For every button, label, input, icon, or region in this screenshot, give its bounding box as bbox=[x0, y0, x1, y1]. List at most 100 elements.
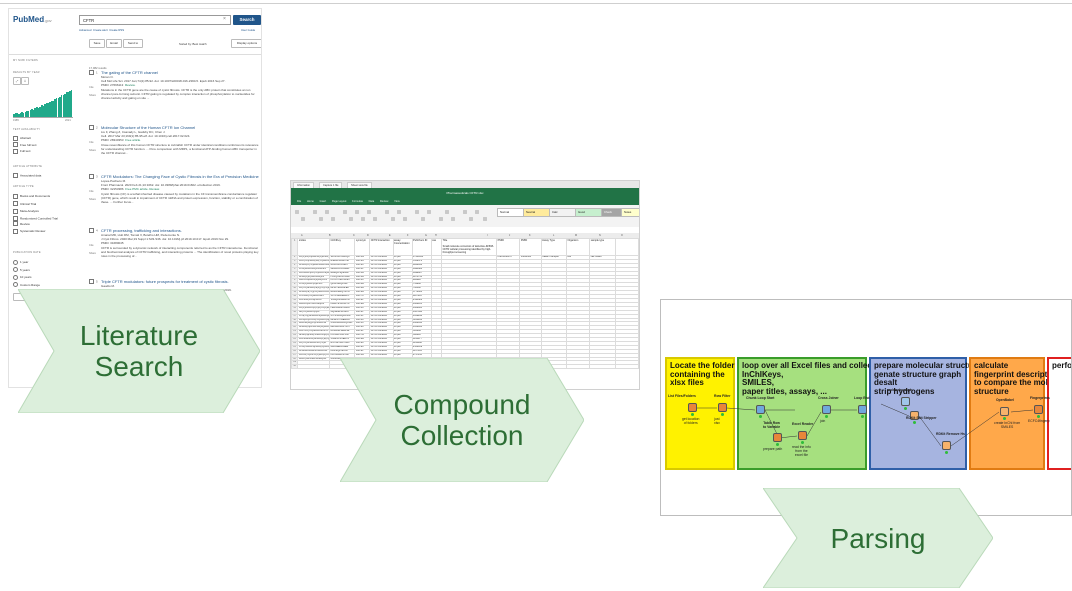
style-normal[interactable]: Normal bbox=[497, 208, 525, 217]
column-letter[interactable]: D bbox=[367, 234, 369, 237]
cite-button[interactable]: Cite bbox=[89, 86, 94, 89]
data-cell[interactable]: CCN(CC)CCOC(=O)c1ccc(N)cc1 bbox=[297, 317, 331, 323]
ribbon-tool-icon[interactable] bbox=[483, 217, 487, 221]
date-filters[interactable]: 1 year 5 years 10 years Custom Range bbox=[13, 259, 40, 289]
type-filters[interactable]: Books and Documents Clinical Trial Meta-… bbox=[13, 193, 63, 236]
header-cell[interactable]: PMID bbox=[519, 238, 542, 256]
result-checkbox[interactable]: 2 bbox=[89, 125, 98, 130]
year-bar[interactable] bbox=[70, 90, 73, 117]
data-cell[interactable]: CC1=CC(=O)c2ccccc2C1=O bbox=[297, 329, 331, 335]
ribbon-tool-icon[interactable] bbox=[391, 217, 395, 221]
filter-10-years[interactable]: 10 years bbox=[13, 274, 40, 282]
ribbon-tool-icon[interactable] bbox=[415, 210, 419, 214]
header-cell[interactable]: cas bbox=[430, 238, 443, 256]
menu-formulas[interactable]: Formulas bbox=[352, 200, 363, 203]
filter-associated-data[interactable]: Associated data bbox=[13, 173, 41, 178]
close-icon[interactable]: × bbox=[223, 16, 226, 22]
share-button[interactable]: Share bbox=[89, 94, 96, 97]
header-cell[interactable]: smiles bbox=[297, 238, 331, 256]
header-cell[interactable]: assay Concentration bbox=[392, 238, 413, 256]
text-filters[interactable]: Abstract Free full text Full text bbox=[13, 135, 37, 155]
filter-systematic-review[interactable]: Systematic Review bbox=[13, 228, 63, 236]
filter-abstract[interactable]: Abstract bbox=[13, 135, 37, 142]
share-button[interactable]: Share bbox=[89, 198, 96, 201]
data-cell[interactable]: CC(C)C1(O)Nc2ccc(O)cc2C(=O)N1 bbox=[297, 255, 331, 260]
workflow-node[interactable] bbox=[858, 405, 867, 414]
save-button[interactable]: Save bbox=[89, 39, 105, 48]
cite-button[interactable]: Cite bbox=[89, 190, 94, 193]
ribbon-tool-icon[interactable] bbox=[463, 210, 467, 214]
workflow-node[interactable] bbox=[1034, 405, 1043, 414]
ribbon-tool-icon[interactable] bbox=[475, 210, 479, 214]
menu-view[interactable]: View bbox=[394, 200, 400, 203]
data-cell[interactable]: Cc1ccc(S(=O)(=O)N2CCOCC2)cc1 bbox=[297, 290, 331, 296]
ribbon-tool-icon[interactable] bbox=[373, 217, 377, 221]
column-letter[interactable]: J bbox=[509, 234, 510, 237]
style-good[interactable]: Good bbox=[575, 208, 603, 217]
ribbon-tool-icon[interactable] bbox=[385, 210, 389, 214]
ribbon-tool-icon[interactable] bbox=[469, 217, 473, 221]
header-cell[interactable]: Assay Type bbox=[540, 238, 567, 256]
ribbon-tool-icon[interactable] bbox=[355, 210, 359, 214]
ribbon-tool-icon[interactable] bbox=[367, 210, 371, 214]
column-letter[interactable]: K bbox=[529, 234, 531, 237]
data-cell[interactable]: Oc1ccc(Cl)cc1Cc1cc(Cl)ccc1O bbox=[297, 325, 331, 331]
column-letter[interactable]: N bbox=[599, 234, 601, 237]
workflow-node[interactable] bbox=[718, 403, 727, 412]
data-cell[interactable]: CC(C)Cc1ccc(C(C)C(=O)O)cc1 bbox=[297, 305, 331, 311]
ribbon-tool-icon[interactable] bbox=[421, 217, 425, 221]
ribbon-tool-icon[interactable] bbox=[349, 217, 353, 221]
data-cell[interactable]: c1ccc2c(c1)[nH]c1ccccc12 bbox=[297, 321, 331, 327]
column-letter[interactable]: A bbox=[301, 234, 303, 237]
share-button[interactable]: Share bbox=[89, 252, 96, 255]
column-letter[interactable]: M bbox=[575, 234, 577, 237]
download-icon[interactable]: ⇩ bbox=[21, 77, 29, 85]
ribbon-tool-icon[interactable] bbox=[451, 217, 455, 221]
ribbon-tool-icon[interactable] bbox=[403, 217, 407, 221]
data-cell[interactable]: c1ccc(-c2nc3ccccc3o2)cc1 bbox=[297, 356, 331, 362]
style-calc[interactable]: Calc bbox=[549, 208, 577, 217]
header-cell[interactable]: CFTR interaction bbox=[369, 238, 394, 256]
filter-books[interactable]: Books and Documents bbox=[13, 193, 63, 201]
data-cell[interactable]: COc1cc2ncnc(Nc3ccc(F)c(Cl)c3)c2cc1 bbox=[297, 337, 331, 342]
column-letter[interactable]: H bbox=[435, 234, 437, 237]
result-checkbox[interactable]: 4 bbox=[89, 228, 98, 233]
workflow-node[interactable] bbox=[798, 431, 807, 440]
header-cell[interactable]: Organism bbox=[565, 238, 591, 256]
data-cell[interactable]: O=C(Nc1ccccc1)c1cccnc1 bbox=[297, 266, 331, 272]
workflow-node[interactable] bbox=[756, 405, 765, 414]
column-letter[interactable]: C bbox=[353, 234, 355, 237]
ribbon-tool-icon[interactable] bbox=[295, 210, 299, 214]
data-cell[interactable]: CC(=O)Oc1ccccc1C(=O)O bbox=[297, 340, 331, 346]
email-button[interactable]: Email bbox=[106, 39, 122, 48]
filter-5-years[interactable]: 5 years bbox=[13, 267, 40, 275]
data-cell[interactable]: O=S(=O)(Nc1ccccn1)c1ccc(N)cc1 bbox=[297, 313, 331, 319]
ribbon-tool-icon[interactable] bbox=[397, 210, 401, 214]
search-button[interactable]: Search bbox=[233, 15, 261, 25]
menu-page-layout[interactable]: Page Layout bbox=[332, 200, 347, 203]
data-cell[interactable]: CCOC(=O)C1=C(C)NC(C)=C(C(=O)OC)C1 bbox=[297, 352, 331, 358]
expand-icon[interactable]: ⤢ bbox=[13, 77, 21, 85]
cite-button[interactable]: Cite bbox=[89, 141, 94, 144]
data-cell[interactable] bbox=[297, 364, 331, 370]
ribbon-tool-icon[interactable] bbox=[313, 210, 317, 214]
header-cell[interactable]: Title Small molecule correctors of defect… bbox=[441, 238, 498, 256]
result-checkbox[interactable]: 5 bbox=[89, 279, 98, 284]
year-histogram[interactable] bbox=[13, 89, 73, 118]
menu-insert[interactable]: Insert bbox=[320, 200, 327, 203]
data-cell[interactable]: Cc1nc2ccccc2n1Cc1ccccc1 bbox=[297, 348, 331, 354]
style-notes[interactable]: Notes bbox=[621, 208, 639, 217]
ribbon-tool-icon[interactable] bbox=[445, 210, 449, 214]
ribbon-tool-icon[interactable] bbox=[301, 217, 305, 221]
result-checkbox[interactable]: 1 bbox=[89, 70, 98, 75]
menu-file[interactable]: File bbox=[297, 200, 301, 203]
filter-full-text[interactable]: Full text bbox=[13, 148, 37, 155]
my-ncbi-filters[interactable]: MY NCBI FILTERS bbox=[13, 59, 38, 62]
filter-review[interactable]: Review bbox=[13, 221, 63, 229]
column-letter[interactable]: B bbox=[329, 234, 331, 237]
data-cell[interactable]: CN1CCN(c2ccc(F)cc2)CC1 bbox=[297, 278, 331, 284]
ribbon-tool-icon[interactable] bbox=[361, 217, 365, 221]
column-letter[interactable]: L bbox=[553, 234, 554, 237]
column-letter[interactable]: G bbox=[425, 234, 427, 237]
data-grid[interactable]: 1 smiles InChIKey synonym CFTR interaction as… bbox=[291, 238, 639, 370]
